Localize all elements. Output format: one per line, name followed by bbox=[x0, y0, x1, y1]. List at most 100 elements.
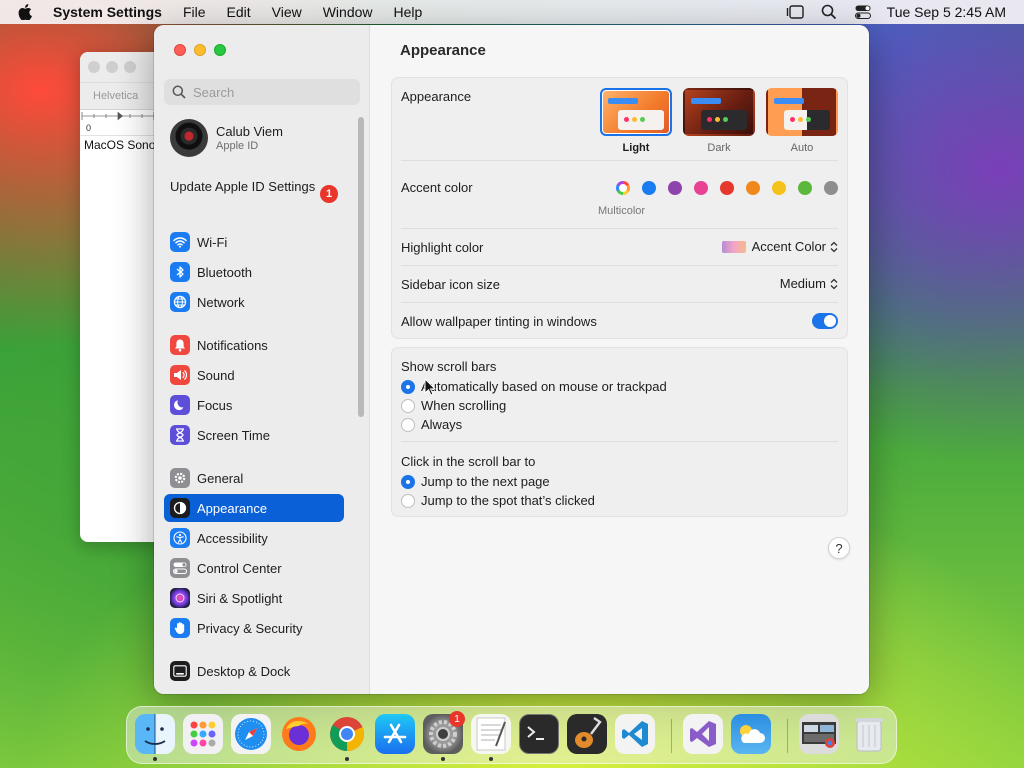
radio-button-selected[interactable] bbox=[401, 379, 415, 394]
sidebar-item-screen-time[interactable]: Screen Time bbox=[164, 421, 344, 449]
search-field[interactable]: Search bbox=[164, 79, 360, 105]
sidebar-item-notifications[interactable]: Notifications bbox=[164, 331, 344, 359]
sidebar-item-siri-spotlight[interactable]: Siri & Spotlight bbox=[164, 584, 344, 612]
appearance-icon bbox=[170, 498, 190, 518]
sidebar-item-appearance[interactable]: Appearance bbox=[164, 494, 344, 522]
hourglass-icon bbox=[170, 425, 190, 445]
sidebar-item-privacy-security[interactable]: Privacy & Security bbox=[164, 614, 344, 642]
accent-swatch-graphite[interactable] bbox=[824, 181, 838, 195]
menu-help[interactable]: Help bbox=[394, 4, 423, 20]
search-icon bbox=[172, 85, 186, 99]
appearance-option-auto[interactable]: Auto bbox=[766, 88, 838, 154]
sidebar-item-label: Bluetooth bbox=[197, 264, 252, 280]
stage-manager-icon[interactable] bbox=[785, 2, 805, 22]
trash-icon[interactable] bbox=[849, 714, 889, 754]
radio-button[interactable] bbox=[401, 493, 415, 508]
menu-edit[interactable]: Edit bbox=[227, 4, 251, 20]
sidebar-item-label: Network bbox=[197, 294, 245, 310]
menu-window[interactable]: Window bbox=[323, 4, 373, 20]
globe-icon bbox=[170, 292, 190, 312]
minimize-button[interactable] bbox=[194, 44, 206, 56]
running-indicator bbox=[489, 757, 493, 761]
finder-icon[interactable] bbox=[135, 714, 175, 754]
sidebar-icon-size-popup[interactable]: Medium bbox=[780, 276, 838, 291]
apple-id-account[interactable]: Calub Viem Apple ID bbox=[170, 119, 283, 157]
accent-swatch-blue[interactable] bbox=[642, 181, 656, 195]
sidebar-item-network[interactable]: Network bbox=[164, 288, 344, 316]
accent-color-label: Accent color bbox=[401, 179, 473, 195]
sidebar-icon-size-label: Sidebar icon size bbox=[401, 276, 500, 292]
help-button[interactable]: ? bbox=[828, 537, 850, 559]
radio-button-selected[interactable] bbox=[401, 474, 415, 489]
search-placeholder: Search bbox=[193, 84, 235, 100]
wallpaper-tinting-label: Allow wallpaper tinting in windows bbox=[401, 313, 597, 329]
window-preview-icon[interactable] bbox=[799, 714, 839, 754]
appearance-option-dark[interactable]: Dark bbox=[683, 88, 755, 154]
launchpad-icon[interactable] bbox=[183, 714, 223, 754]
sidebar-item-desktop-dock[interactable]: Desktop & Dock bbox=[164, 657, 344, 685]
show-scroll-bars-label: Show scroll bars bbox=[401, 358, 497, 374]
sidebar-item-focus[interactable]: Focus bbox=[164, 391, 344, 419]
menu-app-name[interactable]: System Settings bbox=[53, 4, 162, 20]
dock: 1 bbox=[126, 706, 897, 764]
accent-swatch-pink[interactable] bbox=[694, 181, 708, 195]
accent-swatch-orange[interactable] bbox=[746, 181, 760, 195]
click-scroll-option-next-page[interactable]: Jump to the next page bbox=[401, 474, 550, 489]
app-store-icon[interactable] bbox=[375, 714, 415, 754]
sidebar-item-general[interactable]: General bbox=[164, 464, 344, 492]
appearance-settings-group: Appearance Light Dark Auto Accent color … bbox=[391, 77, 848, 339]
sidebar-item-sound[interactable]: Sound bbox=[164, 361, 344, 389]
radio-button[interactable] bbox=[401, 417, 415, 432]
scroll-bars-option-when-scrolling[interactable]: When scrolling bbox=[401, 398, 506, 413]
apple-menu-icon[interactable] bbox=[18, 4, 38, 20]
close-button-inactive[interactable] bbox=[88, 61, 100, 73]
scroll-bars-option-automatic[interactable]: Automatically based on mouse or trackpad bbox=[401, 379, 667, 394]
wallpaper-tinting-toggle[interactable] bbox=[812, 313, 838, 329]
appearance-option-light[interactable]: Light bbox=[600, 88, 672, 154]
sidebar-icon-size-value: Medium bbox=[779, 276, 826, 291]
dock-divider bbox=[787, 719, 788, 753]
scroll-bar-settings-group: Show scroll bars Automatically based on … bbox=[391, 347, 848, 517]
zoom-button[interactable] bbox=[214, 44, 226, 56]
moon-icon bbox=[170, 395, 190, 415]
sidebar-item-label: Sound bbox=[197, 367, 235, 383]
speaker-icon bbox=[170, 365, 190, 385]
garageband-icon[interactable] bbox=[567, 714, 607, 754]
accent-swatch-multicolor[interactable] bbox=[616, 181, 630, 195]
highlight-color-popup[interactable]: Accent Color bbox=[721, 239, 838, 254]
weather-icon[interactable] bbox=[731, 714, 771, 754]
click-scroll-option-spot-clicked[interactable]: Jump to the spot that’s clicked bbox=[401, 493, 595, 508]
radio-button[interactable] bbox=[401, 398, 415, 413]
close-button[interactable] bbox=[174, 44, 186, 56]
accent-swatch-yellow[interactable] bbox=[772, 181, 786, 195]
mouse-pointer-icon bbox=[424, 377, 437, 399]
scroll-bars-option-always[interactable]: Always bbox=[401, 417, 462, 432]
chrome-icon[interactable] bbox=[327, 714, 367, 754]
sidebar-item-control-center[interactable]: Control Center bbox=[164, 554, 344, 582]
menu-file[interactable]: File bbox=[183, 4, 206, 20]
terminal-icon[interactable] bbox=[519, 714, 559, 754]
sidebar-item-accessibility[interactable]: Accessibility bbox=[164, 524, 344, 552]
gear-icon bbox=[170, 468, 190, 488]
accent-swatch-green[interactable] bbox=[798, 181, 812, 195]
visual-studio-icon[interactable] bbox=[683, 714, 723, 754]
textedit-icon[interactable] bbox=[471, 714, 511, 754]
sidebar-item-bluetooth[interactable]: Bluetooth bbox=[164, 258, 344, 286]
accent-swatch-red[interactable] bbox=[720, 181, 734, 195]
sidebar-item-wifi[interactable]: Wi-Fi bbox=[164, 228, 344, 256]
firefox-icon[interactable] bbox=[279, 714, 319, 754]
zoom-button-inactive[interactable] bbox=[124, 61, 136, 73]
control-center-tray-icon[interactable] bbox=[853, 2, 873, 22]
safari-icon[interactable] bbox=[231, 714, 271, 754]
sidebar-item-label: Appearance bbox=[197, 500, 268, 516]
minimize-button-inactive[interactable] bbox=[106, 61, 118, 73]
sidebar-scrollbar[interactable] bbox=[358, 117, 364, 417]
appearance-options: Light Dark Auto bbox=[600, 88, 838, 154]
accent-color-swatches bbox=[616, 181, 838, 195]
appearance-label: Appearance bbox=[401, 88, 472, 104]
accent-swatch-purple[interactable] bbox=[668, 181, 682, 195]
menu-view[interactable]: View bbox=[272, 4, 302, 20]
menubar-clock[interactable]: Tue Sep 5 2:45 AM bbox=[887, 4, 1006, 20]
vscode-icon[interactable] bbox=[615, 714, 655, 754]
spotlight-search-icon[interactable] bbox=[819, 2, 839, 22]
